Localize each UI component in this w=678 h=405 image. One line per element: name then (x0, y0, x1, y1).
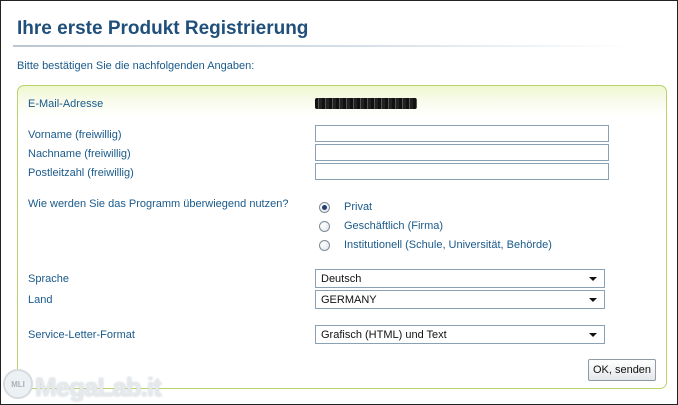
usage-question-label: Wie werden Sie das Programm überwiegend … (28, 198, 289, 210)
radio-checked-icon[interactable] (319, 201, 330, 213)
first-name-field[interactable] (315, 125, 609, 142)
usage-option-label: Institutionell (Schule, Universität, Beh… (344, 239, 552, 251)
first-name-label: Vorname (freiwillig) (28, 129, 122, 141)
zip-field[interactable] (315, 163, 609, 180)
usage-option-private[interactable]: Privat (319, 200, 372, 214)
language-select[interactable]: Deutsch (315, 269, 605, 288)
chevron-down-icon (589, 297, 597, 302)
radio-unchecked-icon[interactable] (319, 239, 330, 251)
usage-option-label: Geschäftlich (Firma) (344, 220, 444, 232)
last-name-field[interactable] (315, 144, 609, 161)
country-label: Land (28, 294, 53, 306)
email-label: E-Mail-Adresse (28, 98, 104, 110)
last-name-label: Nachname (freiwillig) (28, 148, 131, 160)
zip-label: Postleitzahl (freiwillig) (28, 167, 134, 179)
radio-unchecked-icon[interactable] (319, 220, 330, 232)
watermark: MLI MegaLab.it (3, 357, 162, 403)
watermark-text: MegaLab.it (35, 372, 162, 402)
email-value-redacted (315, 98, 417, 109)
submit-button[interactable]: OK, senden (588, 359, 656, 381)
chevron-down-icon (589, 276, 597, 281)
intro-text: Bitte bestätigen Sie die nachfolgenden A… (17, 60, 255, 72)
language-select-value: Deutsch (321, 272, 362, 285)
title-divider (13, 45, 633, 47)
language-label: Sprache (28, 273, 69, 285)
country-select[interactable]: GERMANY (315, 290, 605, 309)
page-title: Ihre erste Produkt Registrierung (17, 18, 309, 39)
format-select[interactable]: Grafisch (HTML) und Text (315, 325, 605, 344)
chevron-down-icon (589, 332, 597, 337)
usage-option-institutional[interactable]: Institutionell (Schule, Universität, Beh… (319, 238, 552, 252)
watermark-logo-icon: MLI (3, 369, 33, 399)
usage-option-label: Privat (344, 201, 373, 213)
format-select-value: Grafisch (HTML) und Text (321, 328, 447, 341)
country-select-value: GERMANY (321, 293, 377, 306)
usage-option-business[interactable]: Geschäftlich (Firma) (319, 219, 443, 233)
format-label: Service-Letter-Format (28, 329, 135, 341)
registration-window: Ihre erste Produkt Registrierung Bitte b… (0, 0, 678, 405)
